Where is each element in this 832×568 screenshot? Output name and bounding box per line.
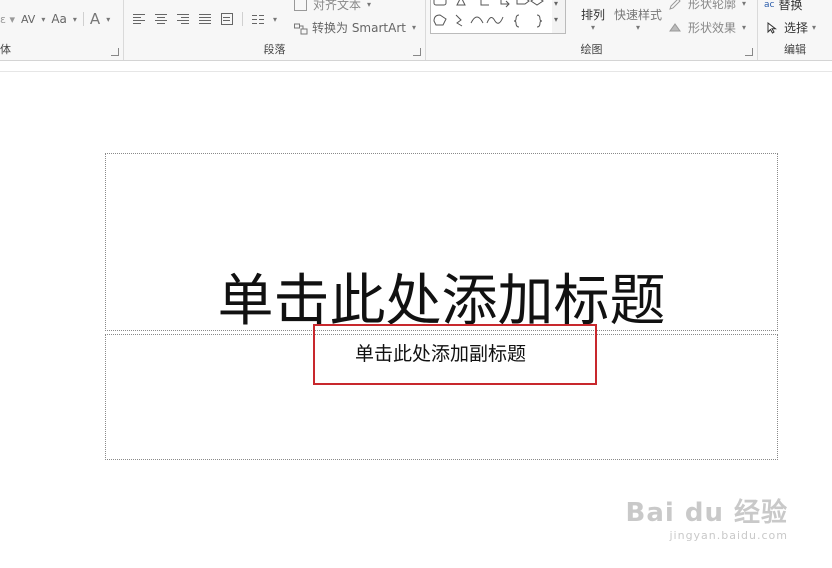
- drawing-group: ▾ ▾ 排列 ▾ 快速样式 ▾ 形状轮廓 ▾ 形状效果 ▾ 绘图: [426, 0, 758, 60]
- distributed-icon[interactable]: [220, 13, 234, 25]
- editing-group: ac 替换 选择 ▾ 编辑: [758, 0, 832, 60]
- convert-smartart-button[interactable]: 转换为 SmartArt ▾: [294, 19, 416, 36]
- scroll-down-icon: ▾: [554, 0, 559, 8]
- shape-effects-caret: ▾: [742, 23, 747, 32]
- paragraph-group-label: 段落: [263, 43, 286, 56]
- watermark-logo: Bai du 经验: [625, 498, 788, 528]
- paragraph-dialog-launcher-icon[interactable]: [413, 48, 421, 56]
- smartart-icon: [294, 23, 308, 34]
- highlight-annotation-box: [313, 324, 597, 385]
- font-dialog-launcher-icon[interactable]: [111, 48, 119, 56]
- drawing-group-label: 绘图: [580, 43, 603, 56]
- convert-smartart-label: 转换为 SmartArt: [312, 21, 406, 35]
- quick-styles-label: 快速样式: [613, 8, 662, 22]
- columns-icon[interactable]: [251, 13, 265, 25]
- font-color-button[interactable]: A: [90, 10, 100, 28]
- title-placeholder[interactable]: 单击此处添加标题: [105, 153, 778, 334]
- align-left-icon[interactable]: [132, 13, 146, 25]
- align-text-caret: ▾: [367, 0, 372, 9]
- columns-caret[interactable]: ▾: [273, 15, 277, 24]
- change-case-caret[interactable]: ▾: [73, 15, 77, 24]
- watermark-url: jingyan.baidu.com: [669, 529, 788, 542]
- align-right-icon[interactable]: [176, 13, 190, 25]
- quick-styles-button[interactable]: 快速样式 ▾: [612, 6, 664, 32]
- pencil-icon: [668, 0, 682, 10]
- font-group: ɛ ▾ AV ▾ Aa ▾ A ▾ 体: [0, 0, 124, 60]
- align-center-icon[interactable]: [154, 13, 168, 25]
- replace-label: 替换: [778, 0, 803, 12]
- character-spacing-caret[interactable]: ▾: [41, 15, 45, 24]
- shape-outline-button[interactable]: 形状轮廓 ▾: [668, 0, 746, 12]
- change-case-button[interactable]: Aa: [51, 12, 67, 26]
- font-size-caret[interactable]: ɛ ▾: [0, 13, 15, 26]
- character-spacing-button[interactable]: AV: [21, 13, 35, 26]
- paragraph-group: ▾ 对齐文本 ▾ 转换为 SmartArt ▾ 段落: [124, 0, 426, 60]
- cursor-arrow-icon: [766, 21, 780, 34]
- justify-icon[interactable]: [198, 13, 212, 25]
- align-text-label: 对齐文本: [313, 0, 362, 12]
- replace-button[interactable]: ac 替换: [764, 0, 802, 13]
- shape-outline-caret: ▾: [742, 0, 747, 8]
- arrange-caret: ▾: [590, 23, 595, 32]
- select-label: 选择: [784, 21, 809, 35]
- replace-icon: ac: [764, 0, 775, 10]
- font-group-label: 体: [0, 43, 11, 56]
- select-button[interactable]: 选择 ▾: [766, 19, 816, 36]
- separator: [242, 12, 243, 26]
- ruler-gap: [0, 61, 832, 72]
- arrange-button[interactable]: 排列 ▾: [576, 6, 610, 32]
- convert-smartart-caret: ▾: [411, 23, 416, 32]
- align-text-button[interactable]: 对齐文本 ▾: [294, 0, 371, 13]
- editing-group-label: 编辑: [784, 43, 806, 56]
- shapes-gallery-icons: [433, 0, 544, 28]
- shape-effects-button[interactable]: 形状效果 ▾: [668, 19, 746, 36]
- shapes-gallery[interactable]: [430, 0, 554, 34]
- shape-effects-label: 形状效果: [688, 21, 737, 35]
- select-caret: ▾: [812, 23, 817, 32]
- separator: [82, 12, 84, 26]
- shape-outline-label: 形状轮廓: [688, 0, 737, 11]
- arrange-label: 排列: [580, 8, 605, 22]
- shape-effects-icon: [668, 22, 682, 34]
- align-text-icon: [294, 0, 307, 11]
- shapes-gallery-scroll[interactable]: ▾ ▾: [552, 0, 566, 34]
- watermark: Bai du 经验 jingyan.baidu.com: [626, 492, 789, 542]
- ribbon: ɛ ▾ AV ▾ Aa ▾ A ▾ 体 ▾ 对齐文本 ▾ 转换为 SmartAr…: [0, 0, 832, 61]
- font-color-caret[interactable]: ▾: [106, 15, 110, 24]
- quick-styles-caret: ▾: [635, 23, 640, 32]
- drawing-dialog-launcher-icon[interactable]: [745, 48, 753, 56]
- more-shapes-icon: ▾: [554, 15, 559, 24]
